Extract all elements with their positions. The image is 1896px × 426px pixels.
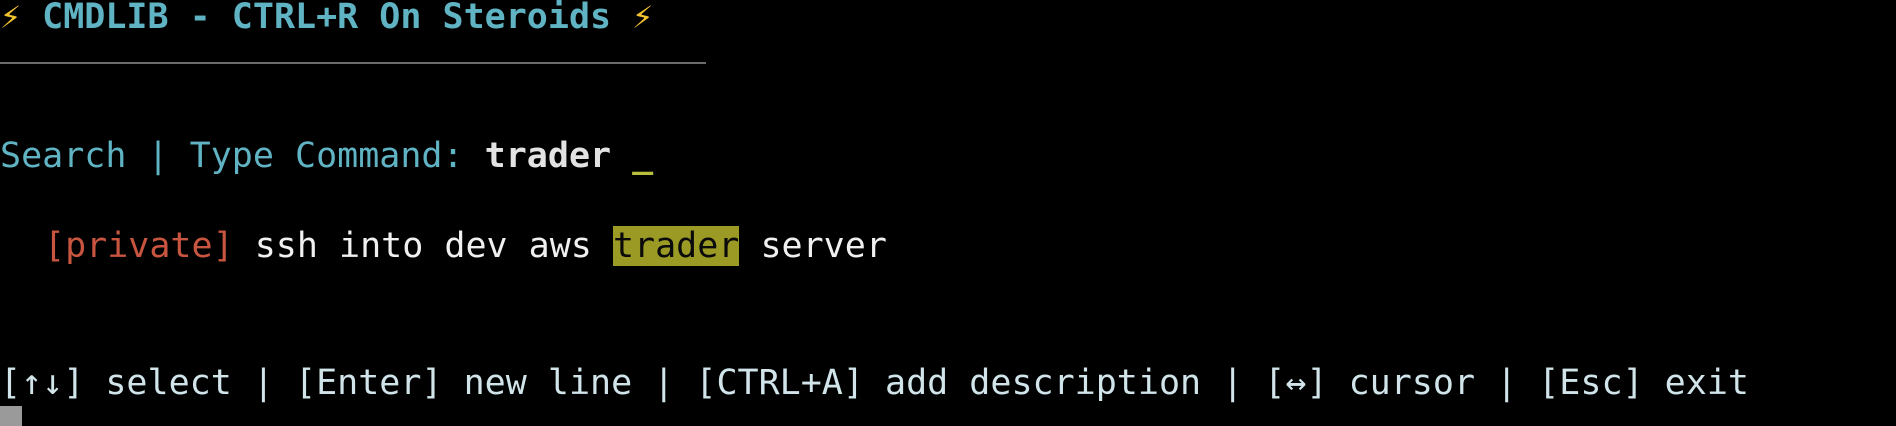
result-tag: [private] [44, 226, 234, 266]
result-text-after: server [739, 226, 887, 266]
search-input[interactable]: Search | Type Command: trader _ [0, 134, 653, 178]
input-cursor: _ [611, 136, 654, 176]
title-text: CMDLIB - CTRL+R On Steroids [21, 0, 633, 37]
result-item[interactable]: [private] ssh into dev aws trader server [44, 224, 887, 268]
lightning-icon: ⚡ [0, 0, 22, 37]
search-label: Search | Type Command: [0, 136, 485, 176]
result-text-before: ssh into dev aws [233, 226, 613, 266]
result-match-highlight: trader [612, 226, 740, 266]
keybinding-help: [↑↓] select | [Enter] new line | [CTRL+A… [0, 363, 1749, 403]
app-title: ⚡ CMDLIB - CTRL+R On Steroids ⚡ [0, 0, 653, 39]
terminal-cursor [0, 406, 22, 426]
lightning-icon: ⚡ [632, 0, 654, 37]
title-divider [0, 62, 706, 64]
search-query[interactable]: trader [485, 136, 611, 176]
